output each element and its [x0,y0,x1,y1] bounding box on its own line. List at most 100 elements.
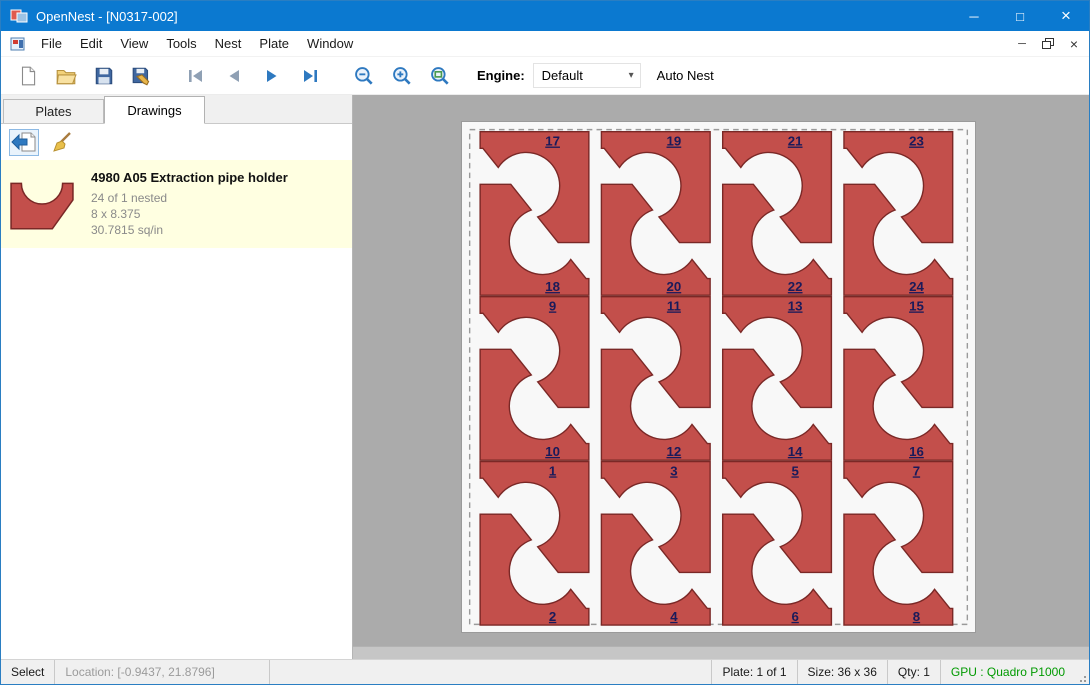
part-label: 11 [667,299,681,314]
part-label: 9 [549,299,556,314]
status-location: Location: [-0.9437, 21.8796] [55,660,270,685]
tab-plates[interactable]: Plates [3,99,104,123]
part-label: 10 [545,444,560,459]
tab-drawings[interactable]: Drawings [104,96,205,124]
restore-icon [1042,38,1054,49]
title-bar: OpenNest - [N0317-002] ─ □ × [1,1,1089,31]
part-label: 4 [670,609,678,624]
status-mode: Select [1,660,55,685]
app-window: OpenNest - [N0317-002] ─ □ × File Edit V… [0,0,1090,685]
part-label: 19 [667,134,682,149]
zoom-fit-icon [429,65,451,87]
zoom-fit-button[interactable] [425,61,455,91]
part-label: 2 [549,609,556,624]
nav-prev-button[interactable] [219,61,249,91]
close-button[interactable]: × [1043,1,1089,31]
part-label: 20 [667,279,682,294]
drawing-list-empty-area [1,248,352,659]
status-size: Size: 36 x 36 [797,660,887,685]
chevron-down-icon: ▾ [629,70,640,81]
nav-next-button[interactable] [257,61,287,91]
main-toolbar: Engine: Default ▾ Auto Nest [1,57,1089,95]
nav-first-button[interactable] [181,61,211,91]
open-button[interactable] [51,61,81,91]
mdi-restore-button[interactable] [1037,34,1059,54]
engine-label: Engine: [477,68,525,83]
horizontal-scrollbar[interactable] [353,646,1089,659]
status-bar: Select Location: [-0.9437, 21.8796] Plat… [1,659,1089,684]
menu-plate[interactable]: Plate [250,31,298,57]
nav-first-icon [186,66,206,86]
tab-strip: Plates Drawings [1,95,352,124]
app-icon [10,8,28,24]
part-thumbnail [9,172,75,234]
part-label: 3 [670,463,677,478]
part-label: 22 [788,279,803,294]
part-label: 18 [545,279,560,294]
menu-bar: File Edit View Tools Nest Plate Window ─… [1,31,1089,57]
zoom-out-icon [353,65,375,87]
auto-nest-button[interactable]: Auto Nest [657,68,714,83]
part-label: 8 [913,609,920,624]
mdi-close-button[interactable]: × [1063,34,1085,54]
drawing-title: 4980 A05 Extraction pipe holder [91,170,288,185]
menu-window[interactable]: Window [298,31,362,57]
new-button[interactable] [13,61,43,91]
drawing-area: 30.7815 sq/in [91,222,288,238]
maximize-button[interactable]: □ [997,1,1043,31]
engine-select[interactable]: Default ▾ [533,63,641,88]
zoom-in-button[interactable] [387,61,417,91]
drawings-toolbar [1,124,352,160]
menu-tools[interactable]: Tools [157,31,205,57]
part-label: 13 [788,299,803,314]
part-label: 17 [545,134,560,149]
new-file-icon [17,65,39,87]
menu-edit[interactable]: Edit [71,31,111,57]
import-drawing-icon [11,131,37,153]
mdi-minimize-button[interactable]: ─ [1011,34,1033,54]
part-label: 14 [788,444,803,459]
minimize-button[interactable]: ─ [951,1,997,31]
drawing-nested: 24 of 1 nested [91,190,288,206]
part-label: 12 [667,444,682,459]
status-gpu: GPU : Quadro P1000 [940,660,1075,685]
clear-drawings-button[interactable] [47,129,77,156]
part-label: 1 [549,463,556,478]
zoom-in-icon [391,65,413,87]
drawing-size: 8 x 8.375 [91,206,288,222]
window-title: OpenNest - [N0317-002] [36,9,178,24]
open-folder-icon [54,65,78,87]
part-label: 23 [909,134,924,149]
nav-prev-icon [224,66,244,86]
status-plate: Plate: 1 of 1 [711,660,796,685]
plate-sheet[interactable]: 171819202122232491011121314151612345678 [461,121,976,633]
engine-value: Default [542,68,583,83]
menu-nest[interactable]: Nest [206,31,251,57]
import-drawing-button[interactable] [9,129,39,156]
menu-file[interactable]: File [32,31,71,57]
part-label: 15 [909,299,924,314]
save-button[interactable] [89,61,119,91]
mdi-document-icon [10,37,26,51]
left-panel: Plates Drawings [1,95,353,659]
nav-last-button[interactable] [295,61,325,91]
save-edit-button[interactable] [127,61,157,91]
broom-icon [50,131,74,153]
resize-grip[interactable] [1075,660,1089,685]
nest-canvas[interactable]: 171819202122232491011121314151612345678 [353,95,1089,659]
zoom-out-button[interactable] [349,61,379,91]
save-edit-icon [131,65,153,87]
save-icon [93,65,115,87]
menu-view[interactable]: View [111,31,157,57]
part-label: 6 [791,609,798,624]
nav-next-icon [262,66,282,86]
part-label: 5 [791,463,798,478]
drawing-list-item[interactable]: 4980 A05 Extraction pipe holder 24 of 1 … [1,160,352,248]
nav-last-icon [300,66,320,86]
part-label: 24 [909,279,924,294]
part-label: 21 [788,134,803,149]
part-label: 16 [909,444,924,459]
status-qty: Qty: 1 [887,660,940,685]
part-label: 7 [913,463,920,478]
plate-svg[interactable]: 171819202122232491011121314151612345678 [462,122,975,632]
